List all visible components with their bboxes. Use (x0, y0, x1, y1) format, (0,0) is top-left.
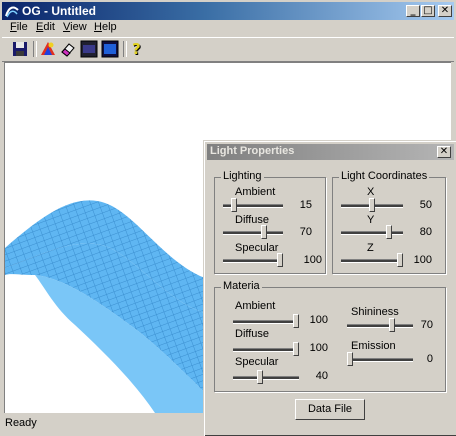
material-emission-value: 0 (426, 353, 433, 365)
material-specular-track (233, 376, 299, 380)
menu-edit-rest: dit (43, 21, 55, 33)
blue-view-icon[interactable] (101, 40, 119, 58)
dark-view-icon[interactable] (80, 40, 98, 58)
light-coordinates-group: Light Coordinates X 50 Y 80 Z 100 (332, 170, 446, 274)
title-bar[interactable]: OG - Untitled _ □ ✕ (2, 2, 454, 20)
coord-z-slider[interactable] (397, 253, 403, 267)
material-shininess-label: Shininess (351, 306, 399, 318)
menu-help-rest: elp (101, 21, 117, 33)
help-icon[interactable]: ? ? (129, 40, 147, 58)
material-specular-slider[interactable] (257, 370, 263, 384)
colors-icon[interactable] (39, 40, 57, 58)
status-text: Ready (5, 417, 37, 429)
light-properties-dialog: Light Properties ✕ Lighting Ambient 15 D… (203, 140, 456, 436)
lighting-specular-track (223, 259, 283, 263)
material-shininess-slider[interactable] (389, 318, 395, 332)
coord-x-slider[interactable] (369, 198, 375, 212)
material-ambient-track (233, 320, 299, 324)
lighting-diffuse-track (223, 231, 283, 235)
lighting-specular-slider[interactable] (277, 253, 283, 267)
lighting-ambient-value: 15 (299, 199, 312, 211)
material-ambient-value: 100 (309, 314, 328, 326)
coord-y-track (341, 231, 403, 235)
menu-help[interactable]: Help (94, 21, 117, 33)
close-button[interactable]: ✕ (438, 5, 452, 17)
dialog-title: Light Properties (210, 145, 295, 157)
svg-text:?: ? (132, 40, 141, 58)
dialog-title-bar[interactable]: Light Properties ✕ (207, 144, 454, 160)
menu-edit[interactable]: Edit (36, 21, 55, 33)
toolbar: ? ? (2, 37, 454, 62)
menu-view-rest: iew (70, 21, 87, 33)
save-icon[interactable] (11, 40, 29, 58)
toolbar-separator-2 (123, 41, 127, 57)
coord-z-track (341, 259, 403, 263)
coord-y-slider[interactable] (385, 225, 392, 239)
material-emission-track (347, 358, 413, 362)
maximize-button[interactable]: □ (421, 5, 435, 17)
menu-view[interactable]: View (63, 21, 87, 33)
menu-file-rest: ile (16, 21, 28, 33)
menu-file[interactable]: File (10, 21, 28, 33)
coord-x-label: X (367, 186, 375, 198)
app-icon (5, 6, 19, 18)
window-title: OG - Untitled (22, 4, 96, 18)
material-shininess-value: 70 (420, 319, 433, 331)
coord-x-value: 50 (419, 199, 432, 211)
material-ambient-label: Ambient (235, 300, 276, 312)
coord-z-label: Z (367, 242, 374, 254)
material-emission-slider[interactable] (347, 352, 353, 366)
dialog-close-button[interactable]: ✕ (437, 146, 451, 158)
lighting-specular-value: 100 (303, 254, 322, 266)
coord-y-value: 80 (419, 226, 432, 238)
lighting-legend: Lighting (221, 170, 264, 182)
menu-bar: File Edit View Help (2, 20, 454, 37)
material-specular-value: 40 (315, 370, 328, 382)
menu-file-accel: F (10, 21, 17, 33)
material-shininess-track (347, 324, 413, 328)
minimize-button[interactable]: _ (406, 5, 420, 17)
lighting-group: Lighting Ambient 15 Diffuse 70 Specular … (214, 170, 326, 274)
data-file-button[interactable]: Data File (295, 399, 365, 420)
menu-help-accel: H (94, 21, 102, 33)
material-diffuse-track (233, 348, 299, 352)
light-coordinates-legend: Light Coordinates (339, 170, 430, 182)
material-group: Materia Ambient 100 Diffuse 100 Specular… (214, 280, 446, 392)
material-emission-label: Emission (351, 340, 396, 352)
material-diffuse-label: Diffuse (235, 328, 270, 340)
coord-z-value: 100 (413, 254, 432, 266)
lighting-specular-label: Specular (235, 242, 279, 254)
toolbar-separator (33, 41, 37, 57)
material-legend: Materia (221, 280, 262, 292)
material-specular-label: Specular (235, 356, 279, 368)
lighting-ambient-slider[interactable] (231, 198, 238, 212)
lighting-diffuse-slider[interactable] (260, 225, 267, 239)
lighting-ambient-label: Ambient (235, 186, 276, 198)
coord-y-label: Y (367, 214, 375, 226)
material-ambient-slider[interactable] (293, 314, 299, 328)
material-diffuse-slider[interactable] (293, 342, 299, 356)
lighting-diffuse-value: 70 (299, 226, 312, 238)
material-diffuse-value: 100 (309, 342, 328, 354)
eraser-icon[interactable] (59, 40, 77, 58)
